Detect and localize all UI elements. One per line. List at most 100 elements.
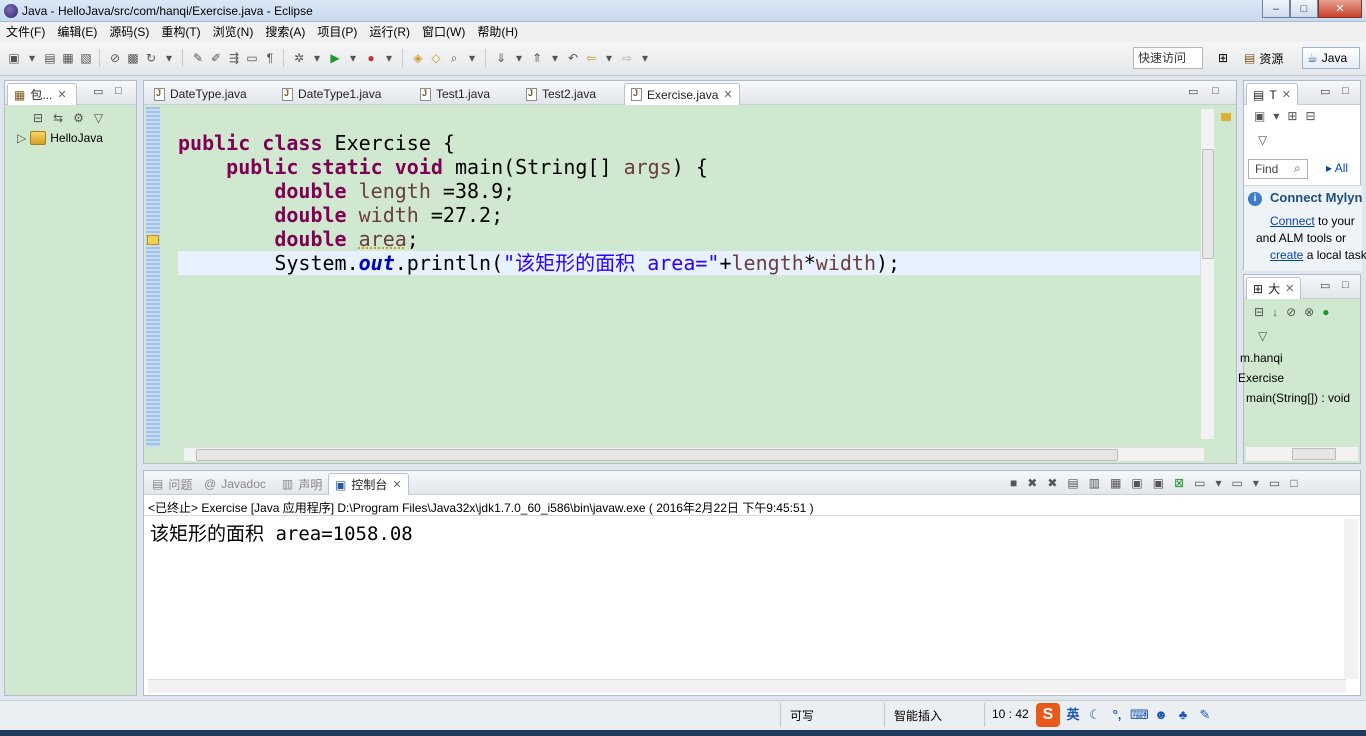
quick-access-input[interactable]: 快速访问: [1133, 47, 1203, 69]
dropdown-icon[interactable]: ▾: [464, 49, 480, 67]
menu-run[interactable]: 运行(R): [363, 22, 416, 42]
open-perspective-button[interactable]: ⊞: [1214, 47, 1232, 69]
create-link[interactable]: create: [1270, 248, 1303, 262]
highlight-icon[interactable]: ✐: [208, 49, 224, 67]
categorized-icon[interactable]: ⊞: [1287, 109, 1297, 123]
external-tools-icon[interactable]: ●: [363, 49, 379, 67]
scheduled-icon[interactable]: ⊟: [1305, 109, 1315, 123]
tab-console[interactable]: ▣ 控制台 ✕: [328, 473, 409, 495]
punctuation-icon[interactable]: °,: [1108, 706, 1126, 724]
open-task-icon[interactable]: ◇: [428, 49, 444, 67]
maximize-view-icon[interactable]: □: [1212, 85, 1219, 97]
maximize-view-icon[interactable]: □: [1342, 85, 1349, 97]
remove-launch-icon[interactable]: ✖: [1027, 476, 1037, 490]
open-console-icon[interactable]: ▭: [1232, 476, 1243, 490]
last-edit-icon[interactable]: ↶: [565, 49, 581, 67]
editor-vertical-scrollbar[interactable]: [1200, 109, 1214, 439]
hide-non-public-icon[interactable]: ●: [1322, 305, 1329, 319]
tab-task-list[interactable]: ▤ T ✕: [1246, 83, 1298, 105]
expand-arrow-icon[interactable]: ▷: [17, 131, 26, 145]
tab-package-explorer[interactable]: ▦ 包... ✕: [7, 83, 77, 105]
sogou-ime-logo[interactable]: S: [1036, 703, 1060, 727]
menu-file[interactable]: 文件(F): [0, 22, 51, 42]
close-icon[interactable]: ✕: [723, 88, 732, 101]
outline-horizontal-scrollbar[interactable]: [1246, 447, 1358, 461]
dropdown-icon[interactable]: ▾: [601, 49, 617, 67]
menu-window[interactable]: 窗口(W): [416, 22, 471, 42]
warning-marker-icon[interactable]: [147, 235, 159, 245]
dropdown-icon[interactable]: ▾: [345, 49, 361, 67]
outline-item-package[interactable]: m.hanqi: [1240, 351, 1283, 365]
maximize-view-icon[interactable]: □: [1342, 279, 1349, 291]
dropdown-icon[interactable]: ▾: [1216, 476, 1222, 490]
code-area[interactable]: public class Exercise { public static vo…: [178, 131, 900, 275]
sort-icon[interactable]: ↓: [1272, 305, 1278, 319]
filter-icon[interactable]: ⚙: [73, 111, 84, 125]
menu-source[interactable]: 源码(S): [103, 22, 155, 42]
back-icon[interactable]: ⇦: [583, 49, 599, 67]
all-link[interactable]: ▸ All: [1326, 161, 1348, 175]
view-menu-icon[interactable]: ▽: [1258, 329, 1267, 343]
previous-annotation-icon[interactable]: ⇑: [529, 49, 545, 67]
save-icon[interactable]: ▦: [60, 49, 76, 67]
menu-search[interactable]: 搜索(A): [259, 22, 311, 42]
scroll-thumb[interactable]: [1202, 149, 1214, 259]
terminate-icon[interactable]: ■: [1010, 476, 1017, 490]
display-console-icon[interactable]: ▭: [1194, 476, 1205, 490]
menu-navigate[interactable]: 浏览(N): [207, 22, 260, 42]
dropdown-icon[interactable]: ▾: [1253, 476, 1259, 490]
tab-problems[interactable]: ▤ 问题: [146, 473, 198, 495]
minimize-view-icon[interactable]: ▭: [1320, 279, 1330, 292]
scroll-thumb[interactable]: [1292, 448, 1336, 460]
keyboard-icon[interactable]: ⌨: [1130, 706, 1149, 724]
overview-warning-mark[interactable]: [1221, 113, 1231, 121]
moon-icon[interactable]: ☾: [1086, 706, 1104, 724]
dropdown-icon[interactable]: ▾: [547, 49, 563, 67]
tab-exercise[interactable]: Exercise.java ✕: [624, 83, 740, 105]
remove-all-terminated-icon[interactable]: ✖: [1047, 476, 1057, 490]
forward-icon[interactable]: ⇨: [619, 49, 635, 67]
minimize-view-icon[interactable]: ▭: [1269, 476, 1280, 490]
next-annotation-icon[interactable]: ⇓: [493, 49, 509, 67]
tab-test1[interactable]: Test1.java: [414, 83, 496, 105]
menu-refactor[interactable]: 重构(T): [155, 22, 206, 42]
collapse-all-icon[interactable]: ⊟: [1254, 305, 1264, 319]
hide-fields-icon[interactable]: ⊘: [1286, 305, 1296, 319]
outline-item-method[interactable]: main(String[]) : void: [1246, 391, 1350, 405]
console-horizontal-scrollbar[interactable]: [148, 679, 1346, 693]
dropdown-icon[interactable]: ▾: [309, 49, 325, 67]
skip-breakpoints-icon[interactable]: ⊘: [107, 49, 123, 67]
build-icon[interactable]: ▩: [125, 49, 141, 67]
show-on-stdout-icon[interactable]: ▣: [1131, 476, 1142, 490]
tab-datetype1[interactable]: DateType1.java: [276, 83, 387, 105]
close-icon[interactable]: ✕: [57, 88, 66, 101]
maximize-view-icon[interactable]: □: [1290, 476, 1297, 490]
word-wrap-icon[interactable]: ▦: [1110, 476, 1121, 490]
new-package-icon[interactable]: ▤: [42, 49, 58, 67]
dropdown-icon[interactable]: ▾: [24, 49, 40, 67]
close-icon[interactable]: ✕: [1285, 282, 1294, 295]
new-task-icon[interactable]: ▣: [1254, 109, 1265, 123]
debug-icon[interactable]: ✲: [291, 49, 307, 67]
new-icon[interactable]: ▣: [6, 49, 22, 67]
pin-console-icon[interactable]: ⊠: [1174, 476, 1184, 490]
close-icon[interactable]: ✕: [392, 478, 401, 491]
collapse-all-icon[interactable]: ⊟: [33, 111, 43, 125]
skin-icon[interactable]: ♣: [1174, 706, 1192, 724]
minimize-view-icon[interactable]: ▭: [1188, 85, 1198, 98]
ime-language-toggle[interactable]: 英: [1064, 706, 1082, 724]
clear-console-icon[interactable]: ▤: [1067, 476, 1078, 490]
maximize-view-icon[interactable]: □: [115, 85, 122, 97]
overview-ruler[interactable]: [1218, 109, 1234, 439]
menu-help[interactable]: 帮助(H): [471, 22, 524, 42]
dropdown-icon[interactable]: ▾: [161, 49, 177, 67]
link-editor-icon[interactable]: ⇆: [53, 111, 63, 125]
tab-outline[interactable]: ⊞ 大 ✕: [1246, 277, 1302, 299]
format-icon[interactable]: ⇶: [226, 49, 242, 67]
run-icon[interactable]: ▶: [327, 49, 343, 67]
connect-link[interactable]: Connect: [1270, 214, 1315, 228]
tab-declaration[interactable]: ▥ 声明: [276, 473, 328, 495]
dropdown-icon[interactable]: ▾: [511, 49, 527, 67]
perspective-resources[interactable]: ▤ 资源: [1240, 47, 1287, 69]
tree-item-project[interactable]: ▷ HelloJava: [17, 131, 103, 145]
